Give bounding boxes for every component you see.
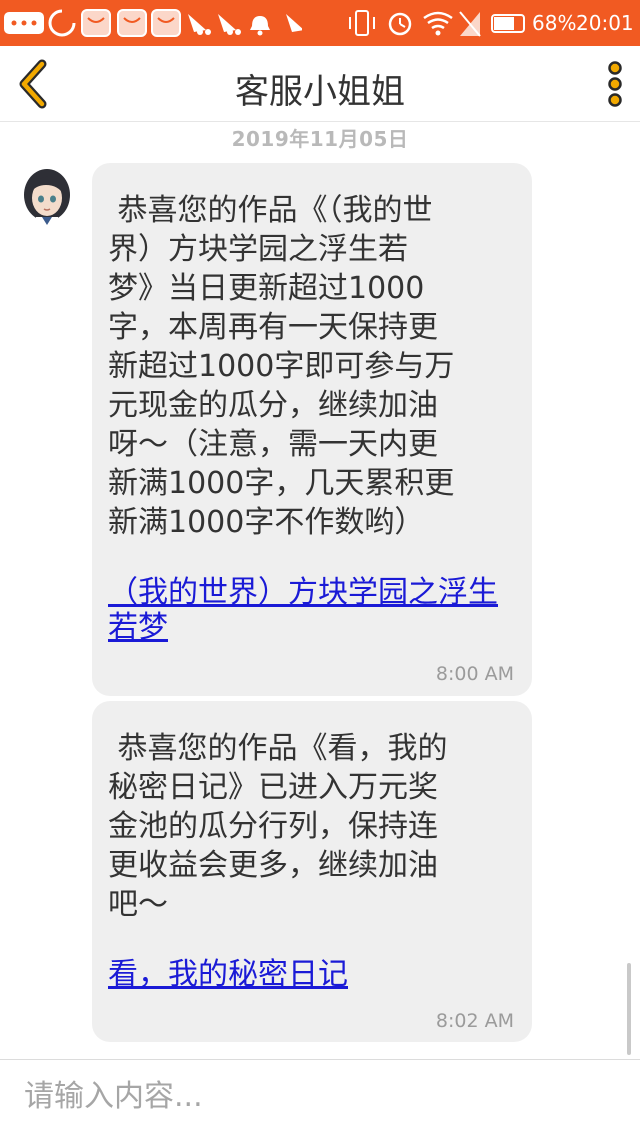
loading-icon (48, 9, 76, 37)
system-icons (349, 10, 525, 37)
page-title: 客服小姐姐 (235, 72, 405, 112)
vibrate-icon (355, 10, 369, 36)
clock: 20:01 (576, 11, 634, 35)
message-time: 8:00 AM (435, 663, 514, 685)
notification-icons (4, 9, 302, 37)
date-separator: 2019年11月05日 (231, 127, 409, 151)
message-text: 恭喜您的作品《（我的世 界）方块学园之浮生若 梦》当日更新超过1000 字，本周… (108, 193, 455, 540)
work-link[interactable]: 看，我的秘密日记 (108, 957, 508, 992)
message-text: 恭喜您的作品《看，我的 秘密日记》已进入万元奖 金池的瓜分行列，保持连 更收益会… (108, 731, 448, 922)
more-options-button[interactable] (604, 60, 626, 110)
scrollbar[interactable] (627, 963, 631, 1055)
message-bubble[interactable]: 恭喜您的作品《看，我的 秘密日记》已进入万元奖 金池的瓜分行列，保持连 更收益会… (92, 701, 532, 1042)
input-bar (0, 1059, 640, 1138)
battery-level: 68% (532, 11, 577, 35)
avatar[interactable] (22, 167, 72, 229)
more-vertical-icon (608, 61, 622, 107)
message-bubble[interactable]: 恭喜您的作品《（我的世 界）方块学园之浮生若 梦》当日更新超过1000 字，本周… (92, 163, 532, 696)
message-input[interactable] (24, 1068, 614, 1124)
wifi-icon (423, 11, 453, 20)
chat-header: 客服小姐姐 (0, 46, 640, 122)
bell-icon (250, 16, 270, 30)
chat-message-list[interactable]: 2019年11月05日 恭喜您的作品《（我的世 界）方块学园之浮生若 梦》当日更… (0, 123, 640, 1059)
message-time: 8:02 AM (435, 1010, 514, 1032)
work-link[interactable]: （我的世界）方块学园之浮生若梦 (108, 575, 508, 645)
status-bar: 68% 20:01 (0, 0, 640, 46)
